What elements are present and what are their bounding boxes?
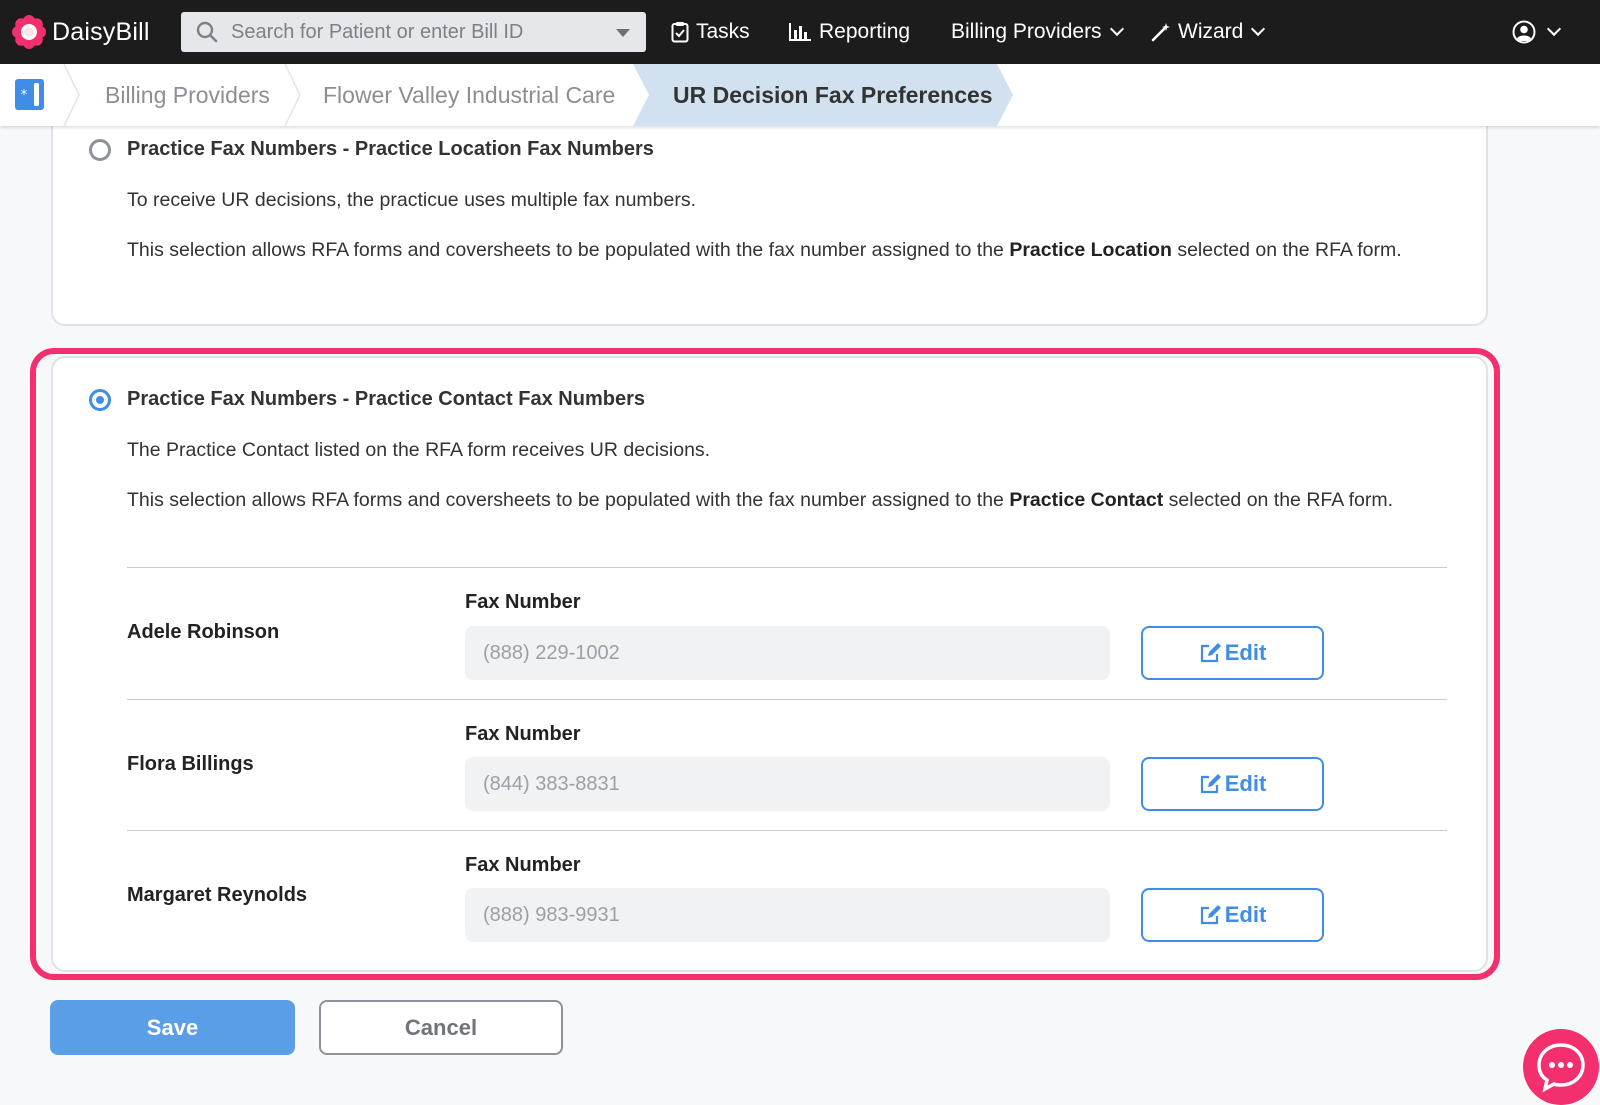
chevron-down-icon bbox=[1251, 21, 1266, 37]
contact-name: Adele Robinson bbox=[127, 621, 280, 643]
top-navbar: DaisyBill Search for Patient or enter Bi… bbox=[0, 0, 1600, 64]
fax-number-label: Fax Number bbox=[465, 591, 581, 613]
contact-name: Flora Billings bbox=[127, 753, 254, 775]
nav-wizard[interactable]: Wizard bbox=[1151, 18, 1266, 46]
breadcrumb: * Billing Providers Flower Valley Indust… bbox=[0, 64, 1600, 126]
save-button[interactable]: Save bbox=[50, 1000, 295, 1055]
option-detail-contact: This selection allows RFA forms and cove… bbox=[127, 484, 1447, 516]
option-detail-location: This selection allows RFA forms and cove… bbox=[127, 234, 1447, 266]
detail-text: selected on the RFA form. bbox=[1177, 239, 1402, 261]
option-desc-location: To receive UR decisions, the practicue u… bbox=[127, 189, 697, 211]
nav-billing-providers-label: Billing Providers bbox=[951, 20, 1102, 43]
edit-label: Edit bbox=[1224, 771, 1267, 796]
chevron-down-icon bbox=[1109, 21, 1124, 37]
edit-icon bbox=[1200, 774, 1221, 794]
fax-number-label: Fax Number bbox=[465, 854, 581, 876]
cancel-button[interactable]: Cancel bbox=[319, 1000, 563, 1055]
account-menu[interactable] bbox=[1512, 18, 1562, 46]
breadcrumb-current: UR Decision Fax Preferences bbox=[673, 81, 993, 108]
radio-practice-contact[interactable] bbox=[89, 389, 111, 411]
nav-tasks[interactable]: Tasks bbox=[671, 18, 750, 46]
bar-chart-icon bbox=[789, 23, 811, 41]
edit-fax-button[interactable]: Edit bbox=[1141, 757, 1324, 811]
breadcrumb-flower-valley[interactable]: Flower Valley Industrial Care bbox=[323, 64, 615, 126]
chat-bubble-icon[interactable] bbox=[1521, 1027, 1600, 1105]
nav-billing-providers[interactable]: Billing Providers bbox=[951, 18, 1124, 46]
detail-bold: Practice Location bbox=[1009, 239, 1172, 261]
detail-text: This selection allows RFA forms and cove… bbox=[127, 489, 1004, 511]
edit-label: Edit bbox=[1224, 640, 1267, 665]
edit-fax-button[interactable]: Edit bbox=[1141, 888, 1324, 942]
nav-reporting-label: Reporting bbox=[819, 20, 911, 43]
detail-text: This selection allows RFA forms and cove… bbox=[127, 239, 1004, 261]
search-input[interactable]: Search for Patient or enter Bill ID bbox=[231, 21, 523, 44]
detail-bold: Practice Contact bbox=[1009, 489, 1164, 511]
row-divider bbox=[127, 830, 1447, 831]
app-name: DaisyBill bbox=[52, 17, 150, 46]
breadcrumb-separator-icon bbox=[63, 64, 80, 126]
nav-tasks-label: Tasks bbox=[696, 20, 750, 43]
fax-number-input[interactable] bbox=[465, 888, 1110, 942]
contact-name: Margaret Reynolds bbox=[127, 884, 308, 906]
clipboard-check-icon bbox=[671, 22, 689, 43]
row-divider bbox=[127, 699, 1447, 700]
magic-wand-icon bbox=[1151, 23, 1170, 42]
search-icon bbox=[196, 21, 218, 43]
radio-practice-location[interactable] bbox=[89, 139, 111, 161]
daisy-logo-icon bbox=[12, 15, 46, 49]
fax-number-label: Fax Number bbox=[465, 723, 581, 745]
provider-home-icon[interactable]: * bbox=[15, 79, 44, 110]
option-desc-contact: The Practice Contact listed on the RFA f… bbox=[127, 439, 711, 461]
user-circle-icon bbox=[1512, 20, 1536, 44]
breadcrumb-separator-icon bbox=[284, 64, 301, 126]
option-title-contact: Practice Fax Numbers - Practice Contact … bbox=[127, 388, 645, 410]
svg-text:*: * bbox=[21, 88, 28, 103]
fax-number-input[interactable] bbox=[465, 626, 1110, 680]
edit-fax-button[interactable]: Edit bbox=[1141, 626, 1324, 680]
row-divider bbox=[127, 567, 1447, 568]
detail-text: selected on the RFA form. bbox=[1168, 489, 1394, 511]
edit-label: Edit bbox=[1224, 902, 1267, 927]
patient-search[interactable]: Search for Patient or enter Bill ID bbox=[181, 12, 646, 52]
chevron-down-icon bbox=[1546, 21, 1562, 37]
option-title-location: Practice Fax Numbers - Practice Location… bbox=[127, 138, 654, 160]
nav-wizard-label: Wizard bbox=[1178, 20, 1244, 43]
edit-icon bbox=[1200, 905, 1221, 925]
fax-number-input[interactable] bbox=[465, 757, 1110, 811]
edit-icon bbox=[1200, 643, 1221, 663]
nav-reporting[interactable]: Reporting bbox=[788, 18, 910, 46]
search-dropdown-caret-icon[interactable] bbox=[616, 29, 630, 37]
breadcrumb-billing-providers[interactable]: Billing Providers bbox=[105, 64, 270, 126]
app-logo[interactable]: DaisyBill bbox=[12, 14, 150, 50]
